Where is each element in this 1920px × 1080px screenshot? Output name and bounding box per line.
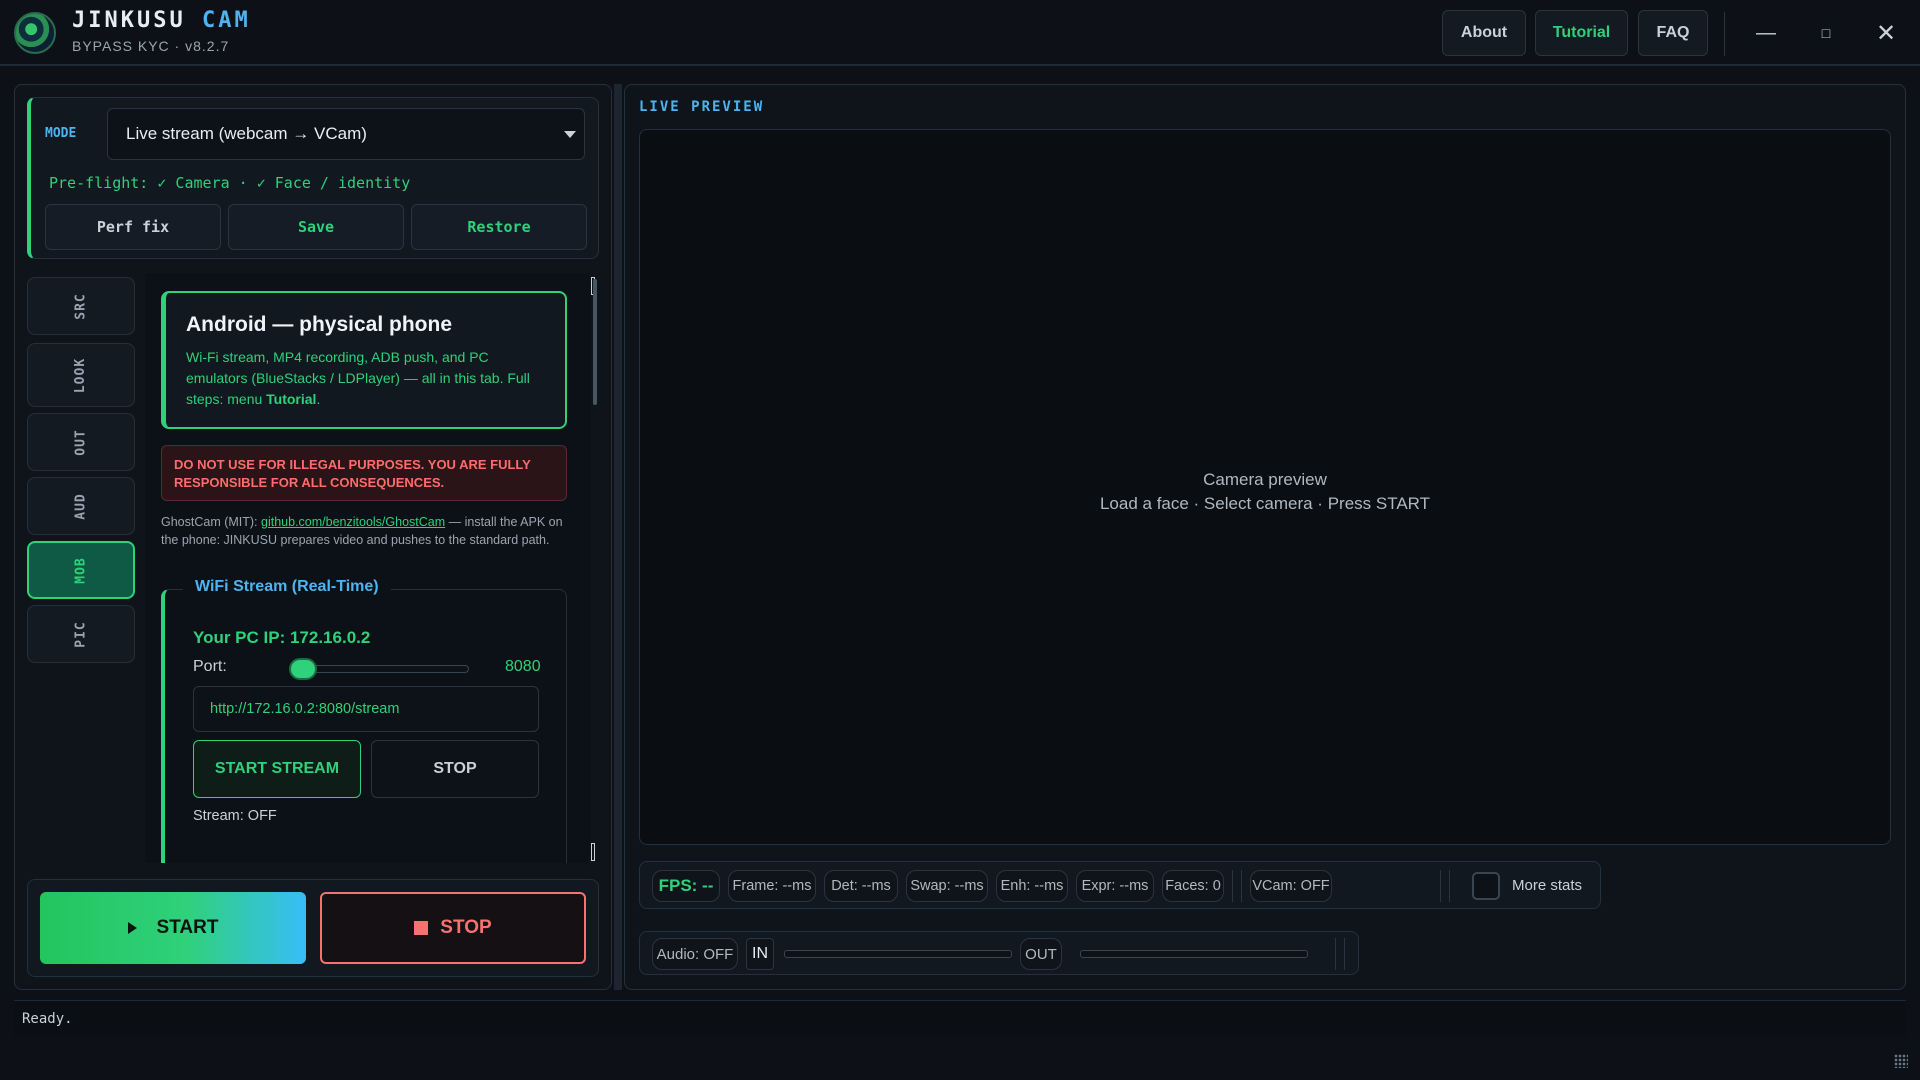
app-logo-icon bbox=[14, 12, 56, 54]
control-panel: MODE Live stream (webcam → VCam) Pre-fli… bbox=[14, 84, 612, 990]
vcam-stat: VCam: OFF bbox=[1250, 870, 1332, 902]
tutorial-link[interactable]: Tutorial bbox=[266, 391, 316, 407]
tab-look[interactable]: LOOK bbox=[27, 343, 135, 407]
audio-out-label: OUT bbox=[1020, 938, 1062, 970]
stats-bar: FPS: -- Frame: --ms Det: --ms Swap: --ms… bbox=[639, 861, 1601, 909]
tab-label: SRC bbox=[73, 292, 89, 320]
perf-fix-button[interactable]: Perf fix bbox=[45, 204, 221, 250]
run-controls: START STOP bbox=[27, 879, 599, 977]
preview-placeholder-title: Camera preview bbox=[1203, 470, 1327, 489]
tab-label: MOB bbox=[73, 556, 89, 584]
port-value: 8080 bbox=[505, 658, 541, 675]
stop-icon bbox=[414, 921, 429, 935]
more-stats-label[interactable]: More stats bbox=[1512, 877, 1596, 894]
stop-button-label: STOP bbox=[440, 917, 492, 938]
stats-separator bbox=[1440, 870, 1450, 902]
preview-panel: LIVE PREVIEW Camera preview Load a face … bbox=[624, 84, 1906, 990]
pc-ip-label: Your PC IP: 172.16.0.2 bbox=[193, 628, 371, 647]
camera-preview: Camera preview Load a face · Select came… bbox=[639, 129, 1891, 845]
mode-label: MODE bbox=[45, 126, 77, 141]
stop-stream-button[interactable]: STOP bbox=[371, 740, 539, 798]
tab-aud[interactable]: AUD bbox=[27, 477, 135, 535]
scrollbar[interactable] bbox=[591, 277, 597, 861]
enh-stat: Enh: --ms bbox=[996, 870, 1068, 902]
more-stats-checkbox[interactable] bbox=[1472, 872, 1500, 900]
start-button[interactable]: START bbox=[40, 892, 306, 964]
preview-placeholder-hint: Load a face · Select camera · Press STAR… bbox=[1099, 494, 1431, 513]
app-title: JINKUSU CAM bbox=[72, 8, 251, 33]
audio-separator bbox=[1335, 938, 1345, 970]
port-slider[interactable] bbox=[299, 665, 469, 673]
minimize-icon[interactable]: — bbox=[1746, 18, 1786, 48]
wifi-stream-title: WiFi Stream (Real-Time) bbox=[183, 578, 391, 596]
tab-pic[interactable]: PIC bbox=[27, 605, 135, 663]
tab-mob[interactable]: MOB bbox=[27, 541, 135, 599]
tab-out[interactable]: OUT bbox=[27, 413, 135, 471]
android-card-title: Android — physical phone bbox=[186, 313, 453, 336]
start-stream-button[interactable]: START STREAM bbox=[193, 740, 361, 798]
wifi-stream-group: WiFi Stream (Real-Time) Your PC IP: 172.… bbox=[161, 578, 567, 863]
title-bar: JINKUSU CAM BYPASS KYC · v8.2.7 About Tu… bbox=[0, 0, 1920, 66]
audio-bar: Audio: OFF IN OUT bbox=[639, 931, 1359, 975]
title-separator bbox=[1724, 12, 1725, 56]
app-title-accent: CAM bbox=[201, 8, 251, 33]
android-card-text: Wi-Fi stream, MP4 recording, ADB push, a… bbox=[186, 349, 530, 407]
about-button[interactable]: About bbox=[1442, 10, 1526, 56]
ghostcam-info: GhostCam (MIT): github.com/benzitools/Gh… bbox=[161, 513, 567, 549]
port-label: Port: bbox=[193, 658, 227, 675]
frame-stat: Frame: --ms bbox=[728, 870, 816, 902]
audio-in-meter bbox=[784, 950, 1012, 958]
tab-label: OUT bbox=[73, 428, 89, 456]
tab-src[interactable]: SRC bbox=[27, 277, 135, 335]
live-preview-label: LIVE PREVIEW bbox=[639, 99, 765, 115]
faces-stat: Faces: 0 bbox=[1162, 870, 1224, 902]
legal-warning: DO NOT USE FOR ILLEGAL PURPOSES. YOU ARE… bbox=[161, 445, 567, 501]
preflight-status: Pre-flight: ✓ Camera · ✓ Face / identity bbox=[49, 174, 411, 192]
port-slider-handle[interactable] bbox=[289, 658, 317, 680]
mobile-tab-content: Android — physical phone Wi-Fi stream, M… bbox=[145, 273, 591, 863]
audio-out-meter bbox=[1080, 950, 1308, 958]
chevron-down-icon bbox=[564, 131, 576, 138]
fps-stat: FPS: -- bbox=[652, 870, 720, 902]
tutorial-button[interactable]: Tutorial bbox=[1535, 10, 1628, 56]
det-stat: Det: --ms bbox=[824, 870, 898, 902]
audio-in-label: IN bbox=[746, 938, 774, 970]
maximize-icon[interactable]: □ bbox=[1806, 18, 1846, 48]
play-icon bbox=[127, 922, 137, 934]
close-icon[interactable]: ✕ bbox=[1866, 18, 1906, 48]
tab-label: PIC bbox=[73, 620, 89, 648]
scroll-down-arrow[interactable] bbox=[591, 843, 595, 861]
save-button[interactable]: Save bbox=[228, 204, 404, 250]
mode-selected-value: Live stream (webcam → VCam) bbox=[126, 124, 367, 143]
stats-separator bbox=[1232, 870, 1242, 902]
resize-grip-icon[interactable] bbox=[1894, 1054, 1908, 1068]
panel-splitter[interactable] bbox=[614, 84, 622, 990]
mode-card: MODE Live stream (webcam → VCam) Pre-fli… bbox=[27, 97, 599, 259]
scrollbar-thumb[interactable] bbox=[593, 279, 597, 405]
android-card-text-end: . bbox=[316, 391, 321, 407]
app-title-main: JINKUSU bbox=[72, 8, 186, 33]
app-subtitle: BYPASS KYC · v8.2.7 bbox=[72, 38, 230, 54]
restore-button[interactable]: Restore bbox=[411, 204, 587, 250]
start-button-label: START bbox=[156, 917, 219, 938]
mode-select[interactable]: Live stream (webcam → VCam) bbox=[107, 108, 585, 160]
android-card-description: Wi-Fi stream, MP4 recording, ADB push, a… bbox=[186, 347, 547, 410]
ghostcam-link[interactable]: github.com/benzitools/GhostCam bbox=[261, 515, 445, 529]
stream-status: Stream: OFF bbox=[193, 808, 277, 824]
status-text: Ready. bbox=[22, 1011, 73, 1027]
audio-status: Audio: OFF bbox=[652, 938, 738, 970]
faq-button[interactable]: FAQ bbox=[1638, 10, 1708, 56]
tab-label: LOOK bbox=[73, 357, 89, 393]
android-info-card: Android — physical phone Wi-Fi stream, M… bbox=[161, 291, 567, 429]
ghostcam-prefix: GhostCam (MIT): bbox=[161, 515, 262, 529]
swap-stat: Swap: --ms bbox=[906, 870, 988, 902]
stop-button[interactable]: STOP bbox=[320, 892, 586, 964]
expr-stat: Expr: --ms bbox=[1076, 870, 1154, 902]
status-bar: Ready. bbox=[14, 1000, 1906, 1036]
stream-url-field[interactable]: http://172.16.0.2:8080/stream bbox=[193, 686, 539, 732]
tab-label: AUD bbox=[73, 492, 89, 520]
